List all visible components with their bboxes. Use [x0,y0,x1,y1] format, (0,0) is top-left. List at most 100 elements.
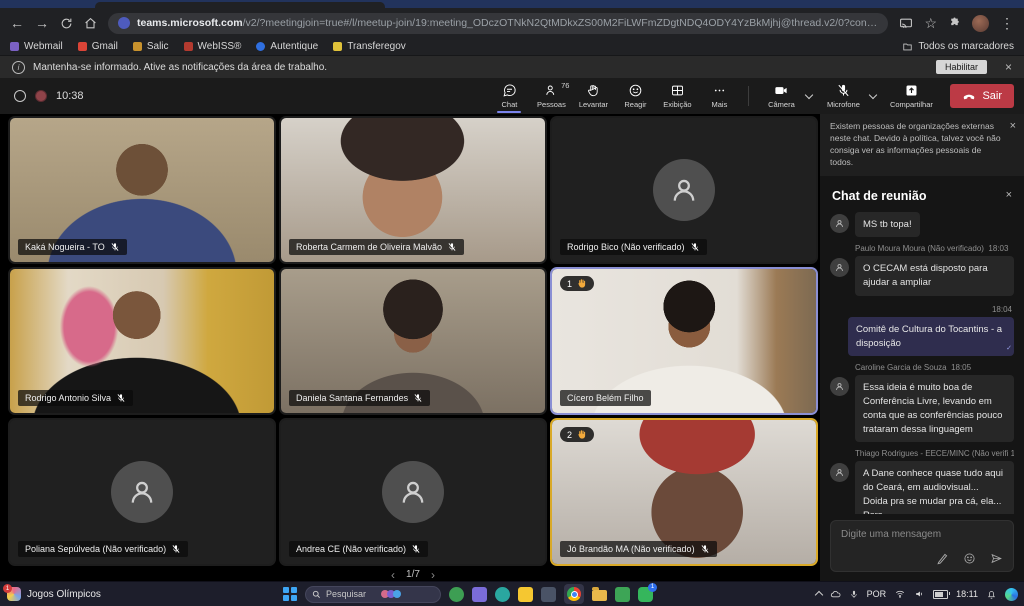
bookmark-star-icon[interactable]: ☆ [924,16,937,30]
participant-name: Daniela Santana Fernandes [296,393,408,403]
close-notice-icon[interactable]: × [1010,121,1016,132]
more-button[interactable]: Mais [699,80,739,112]
chat-header: Chat de reunião × [820,176,1024,212]
participant-tile[interactable]: Rodrigo Bico (Não verificado) [550,116,818,264]
chat-message: Essa ideia é muito boa de Conferência Li… [830,375,1014,442]
show-desktop-widget-icon[interactable] [1005,588,1018,601]
chat-messages[interactable]: MS tb topa! Paulo Moura Moura (Não verif… [820,212,1024,514]
close-notification-icon[interactable]: × [1005,60,1012,74]
mic-muted-icon [116,393,126,403]
raise-hand-button[interactable]: Levantar [573,80,613,112]
all-bookmarks[interactable]: Todos os marcadores [902,41,1014,52]
app-icon-teams[interactable] [472,587,487,602]
enable-notifications-button[interactable]: Habilitar [936,60,987,74]
participant-tile[interactable]: Rodrigo Antonio Silva [8,267,276,415]
bookmark-webmail[interactable]: Webmail [10,41,63,52]
message-time: 18:04 [830,305,1012,314]
avatar [830,258,849,277]
taskbar-center: Pesquisar 1 [283,582,653,606]
bookmark-autentique[interactable]: Autentique [256,41,318,52]
previous-page-icon[interactable]: ‹ [391,569,395,581]
format-icon[interactable] [936,552,949,565]
bookmark-transferegov[interactable]: Transferegov [333,41,406,52]
participant-tile[interactable]: Andrea CE (Não verificado) [279,418,547,566]
people-button[interactable]: 76 Pessoas [531,80,571,112]
home-icon[interactable] [84,17,97,30]
message-bubble: MS tb topa! [855,212,920,238]
toolbar-divider [748,86,749,106]
tray-mic-icon[interactable] [849,589,859,600]
battery-icon[interactable] [933,590,948,599]
microphone-button[interactable]: Microfone [818,80,868,112]
notification-bar: i Mantenha-se informado. Ative as notifi… [0,56,1024,78]
app-icon-chrome-active[interactable] [564,584,584,604]
chat-message: O CECAM está disposto para ajudar a ampl… [830,256,1014,296]
bookmark-webiss[interactable]: WebISS® [184,41,242,52]
cast-icon[interactable] [899,17,913,30]
mic-muted-icon [411,544,421,554]
share-button[interactable]: Compartilhar [882,80,940,112]
transferegov-icon [333,42,342,51]
message-author: Thiago Rodrigues - EECE/MINC (Não verifi… [855,449,1014,458]
message-bubble: O CECAM está disposto para ajudar a ampl… [855,256,1014,296]
browser-profile-avatar[interactable] [972,15,989,32]
participant-tile[interactable]: Poliana Sepúlveda (Não verificado) [8,418,276,566]
app-icon-green-2[interactable] [615,587,630,602]
participant-tile[interactable]: Daniela Santana Fernandes [279,267,547,415]
participant-tile-speaking[interactable]: 1 Cícero Belém Filho [550,267,818,415]
app-icon-calculator[interactable] [541,587,556,602]
next-page-icon[interactable]: › [431,569,435,581]
back-icon[interactable]: ← [10,16,24,30]
extensions-icon[interactable] [948,17,961,30]
participant-tile[interactable]: Kaká Nogueira - TO [8,116,276,264]
close-chat-icon[interactable]: × [1006,190,1012,201]
mic-muted-icon [171,544,181,554]
gallery-pagination: ‹ 1/7 › [8,567,818,582]
share-icon [904,83,919,98]
chat-message: A Dane conhece quase tudo aqui do Ceará,… [830,461,1014,514]
message-input[interactable]: Digite uma mensagem [830,520,1014,572]
language-indicator[interactable]: POR [867,589,887,599]
chat-message: MS tb topa! [830,212,1014,238]
clock[interactable]: 18:11 [956,589,978,599]
participant-tile[interactable]: Roberta Carmem de Oliveira Malvão [279,116,547,264]
start-button[interactable] [283,587,297,601]
tray-chevron-icon[interactable] [814,591,822,599]
send-icon[interactable] [990,552,1003,565]
app-icon-file-explorer[interactable] [592,590,607,601]
meeting-shield-icon [14,90,26,102]
address-bar[interactable]: teams.microsoft.com/v2/?meetingjoin=true… [108,13,888,34]
camera-button[interactable]: Câmera [758,80,804,112]
raised-hand-icon [576,429,587,440]
leave-button[interactable]: Sair [950,84,1014,108]
message-bubble: Essa ideia é muito boa de Conferência Li… [855,375,1014,442]
system-tray: POR 18:11 [816,582,1018,606]
person-icon [834,381,845,392]
app-icon-phone[interactable]: 1 [638,587,653,602]
app-icon-sticky-notes[interactable] [518,587,533,602]
app-icon-teal[interactable] [495,587,510,602]
chat-button[interactable]: Chat [489,80,529,112]
view-button[interactable]: Exibição [657,80,697,112]
microphone-muted-icon [836,83,851,98]
browser-menu-icon[interactable]: ⋮ [1000,16,1014,30]
microphone-options-chevron-icon[interactable] [869,91,877,99]
mic-muted-icon [447,242,457,252]
participant-name: Poliana Sepúlveda (Não verificado) [25,544,166,554]
taskbar-widget[interactable]: 1 Jogos Olímpicos [7,582,101,606]
reload-icon[interactable] [60,17,73,30]
participant-tile-hand-raised[interactable]: 2 Jó Brandão MA (Não verificado) [550,418,818,566]
forward-icon[interactable]: → [35,16,49,30]
wifi-icon[interactable] [894,589,906,599]
onedrive-icon[interactable] [830,589,841,600]
bookmark-salic[interactable]: Salic [133,41,169,52]
app-icon-green[interactable] [449,587,464,602]
camera-options-chevron-icon[interactable] [805,91,813,99]
taskbar-search[interactable]: Pesquisar [305,586,441,603]
chat-panel: Existem pessoas de organizações externas… [820,114,1024,582]
emoji-icon[interactable] [963,552,976,565]
bookmark-gmail[interactable]: Gmail [78,41,118,52]
volume-icon[interactable] [914,589,925,599]
notifications-bell-icon[interactable] [986,589,997,600]
react-button[interactable]: Reagir [615,80,655,112]
